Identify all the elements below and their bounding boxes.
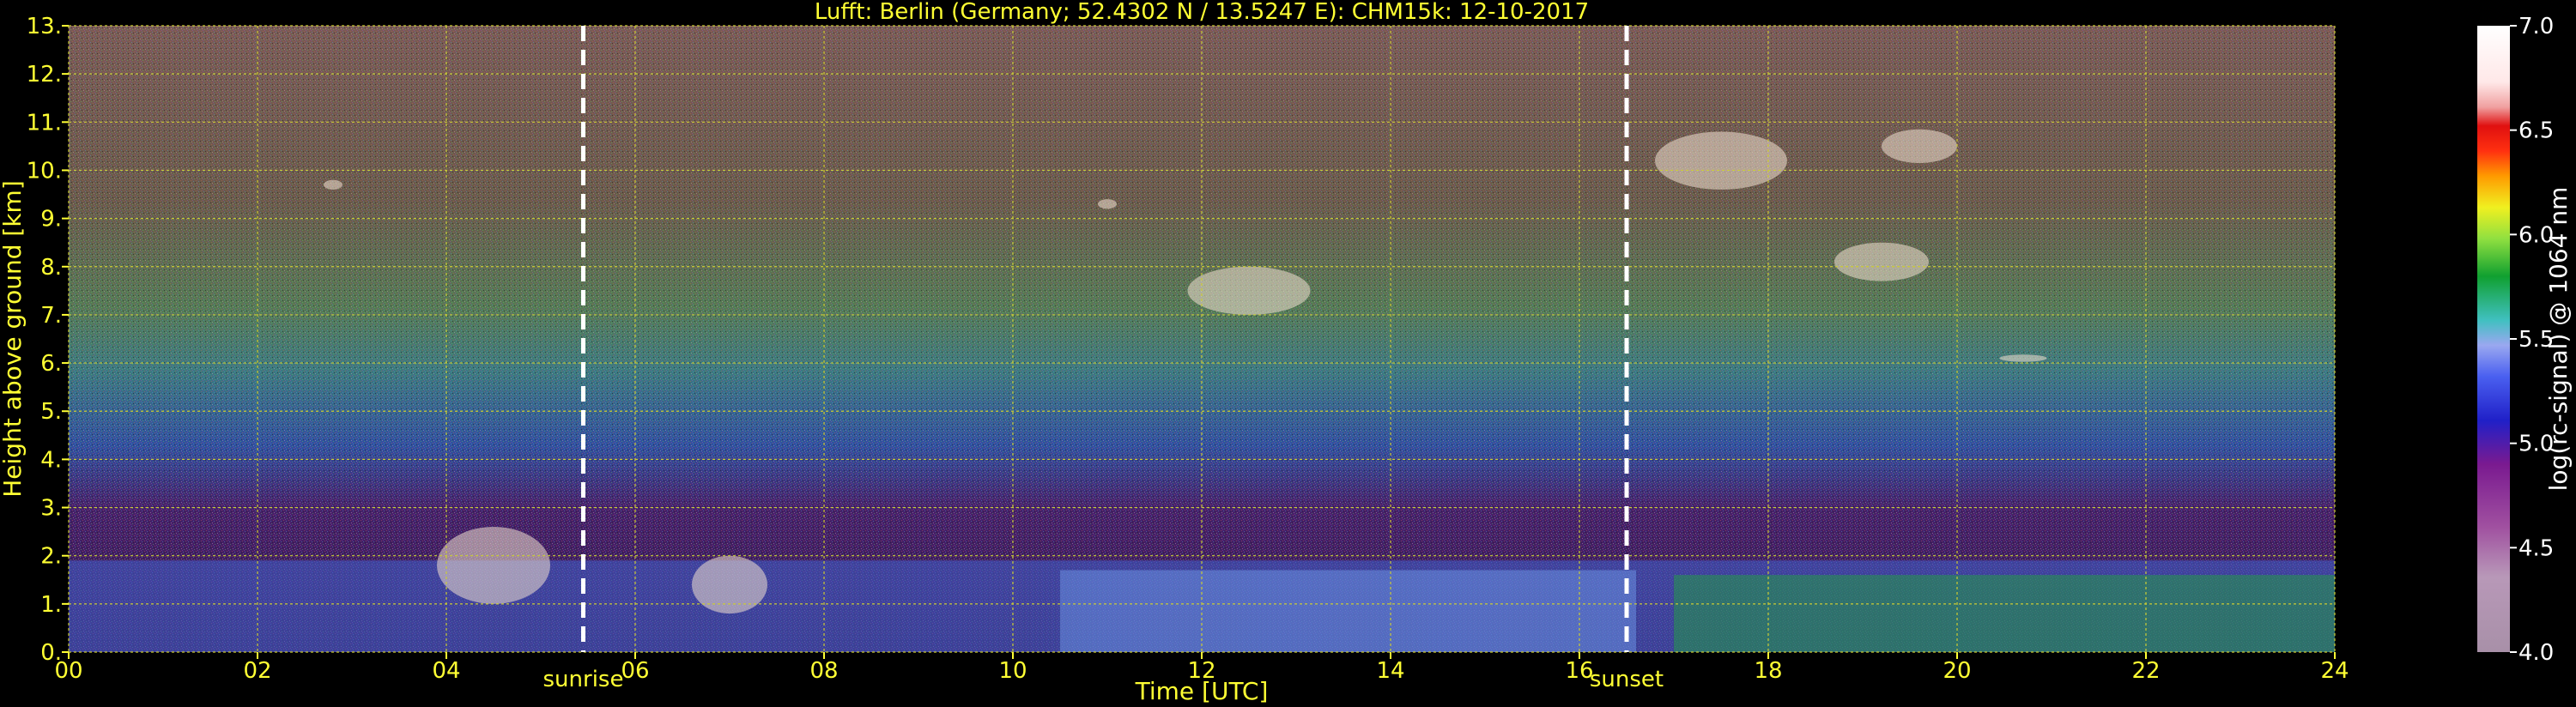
y-tick-label: 3. <box>40 496 62 522</box>
y-tick-label: 13. <box>27 14 62 39</box>
cloud-feature <box>1655 131 1787 190</box>
y-tick-label: 6. <box>40 351 62 377</box>
y-tick-label: 2. <box>40 544 62 570</box>
x-tick-label: 02 <box>243 658 271 684</box>
colorbar-tick-label: 4.5 <box>2518 535 2554 561</box>
boundary-layer-day <box>1060 570 1636 652</box>
y-tick-label: 10. <box>27 158 62 184</box>
chart-title: Lufft: Berlin (Germany; 52.4302 N / 13.5… <box>815 0 1589 25</box>
y-tick-label: 0. <box>40 640 62 666</box>
cloud-feature <box>1187 266 1311 315</box>
cloud-feature <box>437 527 550 604</box>
y-tick-label: 1. <box>40 592 62 618</box>
cloud-feature <box>324 179 342 190</box>
colorbar-tick-label: 6.5 <box>2518 118 2554 144</box>
x-tick-label: 16 <box>1565 658 1593 684</box>
y-tick-labels: 0. 1. 2. 3. 4. 5. 6. 7. 8. 9. 10. 11. 12. 13. <box>27 14 69 666</box>
y-tick-label: 5. <box>40 399 62 425</box>
y-tick-label: 11. <box>27 110 62 136</box>
boundary-layer-evening <box>1674 575 2335 652</box>
x-tick-label: 08 <box>809 658 838 684</box>
x-tick-label: 22 <box>2131 658 2160 684</box>
y-tick-label: 8. <box>40 255 62 281</box>
x-tick-label: 18 <box>1754 658 1782 684</box>
y-tick-label: 9. <box>40 207 62 233</box>
sunset-label: sunset <box>1590 667 1664 692</box>
cloud-feature <box>692 555 767 614</box>
colorbar-label: log(rc-signal) @ 1064 nm <box>2544 187 2573 492</box>
cloud-feature <box>1098 199 1117 209</box>
x-tick-label: 04 <box>432 658 460 684</box>
x-tick-label: 10 <box>998 658 1027 684</box>
y-tick-label: 12. <box>27 62 62 88</box>
colorbar <box>2477 26 2510 652</box>
x-tick-label: 20 <box>1943 658 1971 684</box>
y-axis-label: Height above ground [km] <box>0 180 27 498</box>
y-tick-label: 7. <box>40 303 62 329</box>
cloud-feature <box>1882 129 1957 164</box>
cloud-feature <box>1999 354 2047 362</box>
y-tick-label: 4. <box>40 447 62 473</box>
sunrise-label: sunrise <box>543 667 624 692</box>
x-tick-label: 14 <box>1376 658 1404 684</box>
colorbar-tick-label: 7.0 <box>2518 14 2554 39</box>
x-tick-label: 24 <box>2320 658 2349 684</box>
x-axis-label: Time [UTC] <box>1135 677 1269 705</box>
colorbar-gradient <box>2477 26 2510 652</box>
x-tick-label: 06 <box>621 658 649 684</box>
lidar-figure: sunrise sunset 00 02 04 06 08 10 12 14 16 18 20 22 24… <box>0 0 2573 705</box>
colorbar-tick-label: 4.0 <box>2518 640 2554 666</box>
cloud-feature <box>1834 242 1929 281</box>
